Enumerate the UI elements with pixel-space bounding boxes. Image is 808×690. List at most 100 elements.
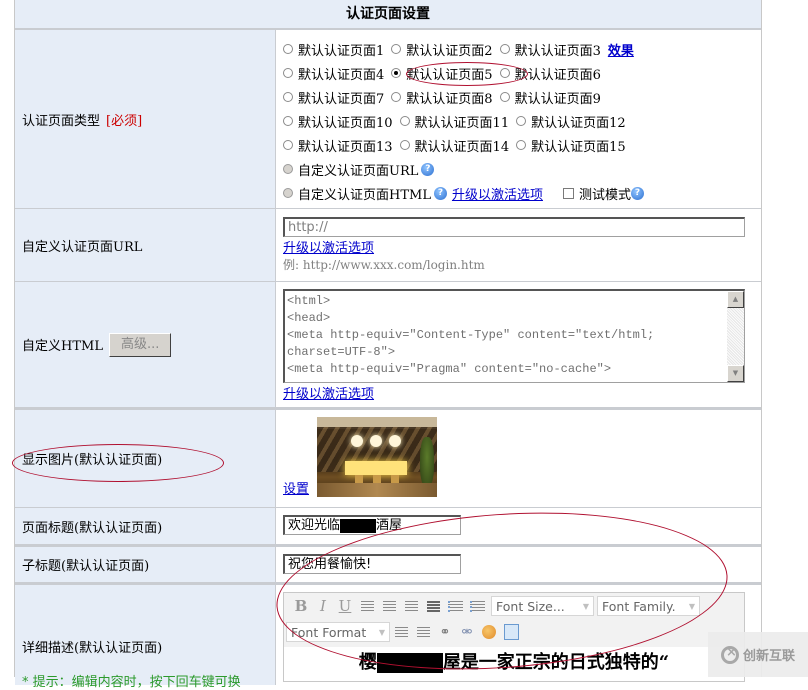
font-size-select[interactable]: Font Size... ▼: [491, 596, 594, 616]
chevron-down-icon: ▼: [688, 601, 695, 611]
radio-option-default-page[interactable]: 默认认证页面11: [399, 112, 510, 131]
upgrade-link[interactable]: 升级以激活选项: [452, 184, 543, 203]
align-center-icon[interactable]: [378, 598, 400, 614]
scrollbar[interactable]: ▲ ▼: [727, 291, 744, 382]
radio-label: 默认认证页面3: [514, 43, 601, 59]
custom-html-option-label: 自定义认证页面HTML: [298, 187, 431, 203]
label-page-title: 页面标题(默认认证页面): [15, 508, 276, 544]
radio-button[interactable]: [391, 68, 402, 78]
page-type-label: 认证页面类型: [22, 113, 101, 129]
align-right-icon[interactable]: [400, 598, 422, 614]
radio-label: 默认认证页面2: [406, 43, 493, 59]
outdent-icon[interactable]: [390, 624, 412, 640]
radio-label: 默认认证页面5: [406, 67, 493, 83]
radio-custom-url[interactable]: [283, 164, 293, 174]
radio-option-default-page[interactable]: 默认认证页面9: [499, 88, 601, 107]
radio-custom-html[interactable]: [283, 188, 293, 198]
align-justify-icon[interactable]: [422, 598, 444, 614]
radio-button[interactable]: [499, 68, 510, 78]
label-custom-html: 自定义HTML 高级...: [15, 282, 276, 407]
font-family-select[interactable]: Font Family. ▼: [597, 596, 700, 616]
upgrade-link[interactable]: 升级以激活选项: [283, 387, 374, 402]
custom-url-option-label: 自定义认证页面URL: [298, 163, 419, 179]
radio-button[interactable]: [283, 44, 293, 54]
scroll-down-icon[interactable]: ▼: [727, 365, 744, 382]
restaurant-image: [317, 417, 438, 497]
radio-button[interactable]: [516, 140, 527, 150]
watermark-text: 创新互联: [742, 649, 795, 664]
page-title-text: 欢迎光临: [288, 518, 341, 533]
section-header: 认证页面设置: [15, 0, 761, 30]
help-icon[interactable]: ?: [630, 186, 644, 200]
description-label: 详细描述(默认认证页面): [22, 641, 163, 656]
editor-text-end: 屋是一家正宗的日式独特的“: [442, 652, 670, 673]
radio-option-default-page[interactable]: 默认认证页面4: [283, 64, 384, 83]
test-mode-checkbox[interactable]: [562, 187, 574, 199]
advanced-button[interactable]: 高级...: [108, 332, 172, 357]
radio-option-default-page[interactable]: 默认认证页面1: [283, 40, 384, 59]
radio-button[interactable]: [391, 92, 402, 102]
toolbar-row-1: B I U Font Size... ▼ Font Family. ▼: [284, 593, 744, 619]
font-family-value: Font Family.: [602, 598, 676, 614]
radio-option-default-page[interactable]: 默认认证页面2: [391, 40, 493, 59]
unordered-list-icon[interactable]: [466, 598, 488, 614]
editor-content[interactable]: 樱 屋是一家正宗的日式独特的“: [284, 647, 744, 681]
color-palette-icon[interactable]: [478, 624, 500, 640]
option-custom-url[interactable]: 自定义认证页面URL ?: [283, 157, 761, 181]
test-mode-label: 测试模式: [578, 187, 631, 203]
italic-button[interactable]: I: [312, 597, 334, 615]
radio-option-default-page[interactable]: 默认认证页面8: [391, 88, 493, 107]
radio-button[interactable]: [283, 92, 293, 102]
radio-button[interactable]: [399, 140, 410, 150]
help-icon[interactable]: ?: [433, 186, 447, 200]
radio-option-default-page[interactable]: 默认认证页面14: [399, 136, 509, 155]
edit-html-icon[interactable]: [500, 624, 522, 640]
font-format-select[interactable]: Font Format ▼: [286, 622, 390, 642]
custom-url-input[interactable]: http://: [283, 217, 745, 237]
label-page-type: 认证页面类型 [必须]: [15, 30, 276, 208]
ordered-list-icon[interactable]: [444, 598, 466, 614]
underline-button[interactable]: U: [334, 597, 356, 615]
radio-label: 默认认证页面12: [531, 115, 626, 131]
redaction: [376, 653, 443, 673]
radio-button[interactable]: [499, 92, 510, 102]
help-icon[interactable]: ?: [421, 162, 435, 176]
radio-label: 默认认证页面9: [514, 91, 601, 107]
radio-option-default-page[interactable]: 默认认证页面3: [499, 40, 601, 59]
font-format-value: Font Format: [291, 624, 367, 640]
upgrade-link[interactable]: 升级以激活选项: [283, 241, 374, 256]
radio-option-default-page[interactable]: 默认认证页面12: [516, 112, 626, 131]
row-subtitle: 子标题(默认认证页面) 祝您用餐愉快!: [15, 547, 761, 585]
font-size-value: Font Size...: [496, 598, 565, 614]
radio-button[interactable]: [283, 116, 293, 126]
subtitle-input[interactable]: 祝您用餐愉快!: [283, 554, 461, 574]
option-custom-html[interactable]: 自定义认证页面HTML ? 升级以激活选项 测试模式 ?: [283, 181, 761, 205]
radio-button[interactable]: [283, 140, 293, 150]
radio-option-default-page[interactable]: 默认认证页面13: [283, 136, 393, 155]
radio-row: 默认认证页面13 默认认证页面14 默认认证页面15: [283, 133, 761, 157]
radio-button[interactable]: [283, 68, 293, 78]
unlink-icon[interactable]: ⚮: [456, 624, 478, 640]
row-description: 详细描述(默认认证页面) * 提示：编辑内容时，按下回车键可换 B I U Fo…: [15, 585, 761, 690]
settings-panel: 认证页面设置 认证页面类型 [必须] 默认认证页面1 默认认证页面2 默认认证页面3…: [14, 0, 762, 690]
scroll-up-icon[interactable]: ▲: [727, 291, 744, 308]
radio-option-default-page[interactable]: 默认认证页面6: [499, 64, 601, 83]
indent-icon[interactable]: [412, 624, 434, 640]
radio-button[interactable]: [516, 116, 527, 126]
radio-button[interactable]: [391, 44, 402, 54]
radio-option-default-page[interactable]: 默认认证页面15: [516, 136, 626, 155]
radio-button[interactable]: [499, 44, 510, 54]
align-left-icon[interactable]: [356, 598, 378, 614]
radio-label: 默认认证页面11: [414, 115, 510, 131]
link-icon[interactable]: ⚭: [434, 624, 456, 640]
radio-option-default-page[interactable]: 默认认证页面5: [391, 64, 493, 83]
effect-link[interactable]: 效果: [608, 40, 634, 59]
set-image-link[interactable]: 设置: [283, 478, 309, 497]
bold-button[interactable]: B: [290, 597, 312, 615]
radio-option-default-page[interactable]: 默认认证页面7: [283, 88, 384, 107]
label-subtitle: 子标题(默认认证页面): [15, 547, 276, 582]
page-title-input[interactable]: 欢迎光临 酒屋: [283, 515, 461, 535]
radio-button[interactable]: [399, 116, 410, 126]
radio-option-default-page[interactable]: 默认认证页面10: [283, 112, 393, 131]
custom-html-textarea[interactable]: <html> <head> <meta http-equiv="Content-…: [283, 289, 745, 383]
